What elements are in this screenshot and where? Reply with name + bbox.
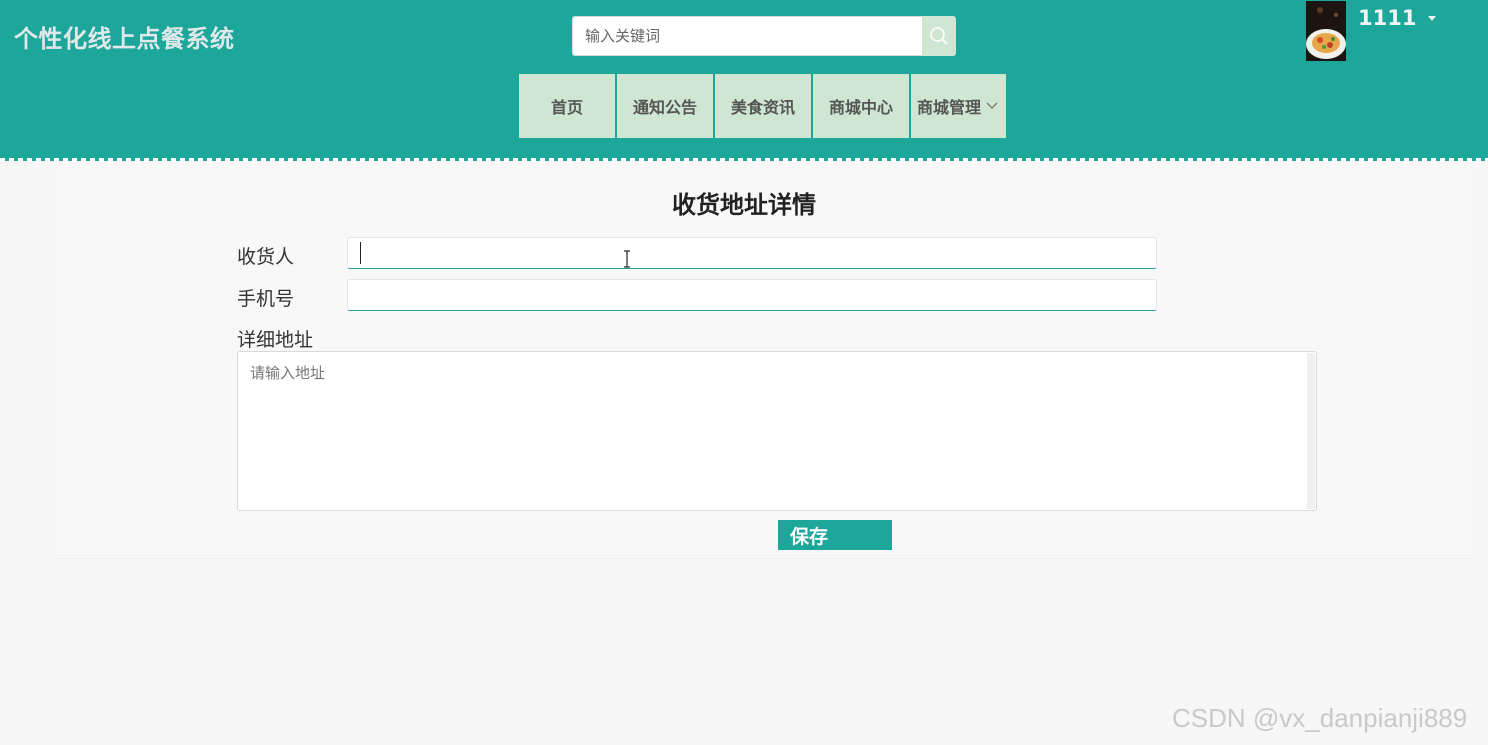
food-avatar-image [1306,1,1346,61]
receiver-label: 收货人 [237,246,295,268]
nav-item-mall-manage[interactable]: 商城管理 [911,74,1006,138]
nav-item-food-news[interactable]: 美食资讯 [715,74,811,138]
address-textarea[interactable] [237,351,1317,511]
textarea-scrollbar[interactable] [1307,353,1315,509]
text-caret [360,242,361,264]
avatar[interactable] [1306,1,1346,61]
search-icon [930,27,948,45]
text-cursor-icon [624,250,630,268]
site-title: 个性化线上点餐系统 [14,25,235,53]
address-label: 详细地址 [237,329,314,351]
page-title: 收货地址详情 [672,191,816,219]
search-button[interactable] [922,16,956,56]
caret-down-icon[interactable] [1428,16,1436,21]
username[interactable]: 1111 [1358,6,1416,30]
chevron-down-icon [986,102,998,109]
nav-item-mall-center[interactable]: 商城中心 [813,74,909,138]
save-button[interactable]: 保存 [778,520,892,550]
search-input[interactable] [572,16,922,56]
phone-input[interactable] [347,279,1157,311]
main-nav: 首页 通知公告 美食资讯 商城中心 商城管理 [519,74,1006,138]
receiver-input[interactable] [347,237,1157,269]
nav-item-home[interactable]: 首页 [519,74,615,138]
watermark: CSDN @vx_danpianji889 [1172,703,1468,733]
phone-label: 手机号 [237,288,295,310]
nav-item-notice[interactable]: 通知公告 [617,74,713,138]
search-bar [572,16,956,56]
nav-item-mall-manage-label: 商城管理 [917,98,982,117]
top-header: 个性化线上点餐系统 1111 首页 通知公告 美食资讯 商城中心 [0,0,1488,161]
